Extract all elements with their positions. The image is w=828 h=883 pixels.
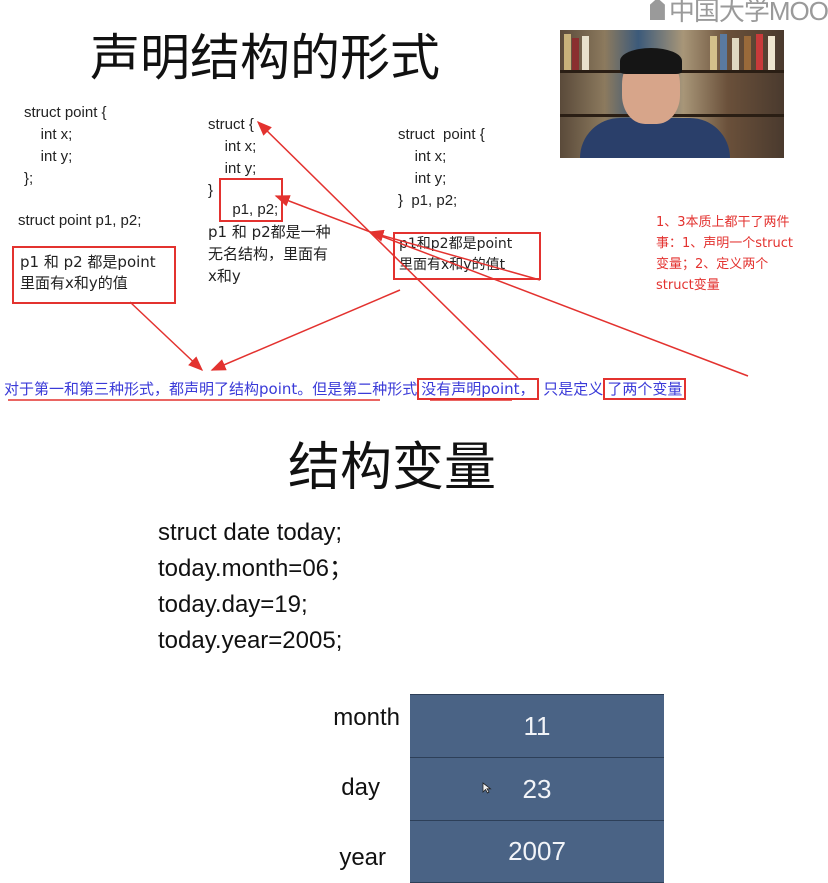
form3-note: p1和p2都是point 里面有x和y的值t — [399, 236, 513, 273]
form1-declaration: struct point p1, p2; — [18, 212, 142, 229]
blue-annotation-part4: 了两个变量 — [603, 378, 687, 400]
year-value: 2007 — [508, 836, 566, 866]
section-title: 结构变量 — [288, 438, 497, 498]
struct-date-code: struct date today; today.month=06； today… — [158, 519, 354, 654]
cell-day-value: 23 — [410, 757, 664, 821]
row-label-year: year — [339, 844, 386, 871]
form1-code: struct point { int x; int y; }; — [24, 104, 107, 187]
cell-month-value: 11 — [410, 694, 664, 758]
slide-title: 声明结构的形式 — [90, 29, 440, 87]
mooc-logo: 中国大学MOO — [650, 0, 828, 26]
form2-note: p1 和 p2都是一种 无名结构，里面有 x和y — [208, 223, 331, 285]
mooc-logo-icon — [650, 0, 665, 20]
cell-year-value: 2007 — [410, 820, 664, 883]
day-value: 23 — [522, 773, 552, 804]
webcam-video[interactable] — [560, 30, 784, 158]
blue-annotation-part1: 对于第一和第三种形式，都声明了结构point。但是第二种形式 — [4, 380, 418, 398]
blue-annotation-part2: 没有声明point， — [417, 378, 539, 400]
blue-annotation-part3: 只是定义 — [538, 380, 604, 398]
month-value: 11 — [523, 710, 551, 741]
row-label-month: month — [333, 704, 400, 731]
form3-note-box: p1和p2都是point 里面有x和y的值t — [393, 232, 541, 280]
row-label-day: day — [341, 774, 380, 801]
form1-note: p1 和 p2 都是point 里面有x和y的值 — [20, 253, 156, 292]
red-summary-note: 1、3本质上都干了两件 事：1、声明一个struct 变量；2、定义两个 str… — [656, 215, 793, 293]
form3-code: struct point { int x; int y; } p1, p2; — [398, 126, 485, 209]
form2-vars-box: p1, p2; — [219, 178, 284, 222]
form2-vars: p1, p2; — [232, 201, 279, 218]
form1-note-box: p1 和 p2 都是point 里面有x和y的值 — [12, 246, 176, 304]
logo-text: 中国大学MOO — [668, 0, 828, 26]
blue-annotation-line: 对于第一和第三种形式，都声明了结构point。但是第二种形式 没有声明point，… — [4, 378, 687, 400]
mouse-cursor-icon — [482, 782, 492, 794]
